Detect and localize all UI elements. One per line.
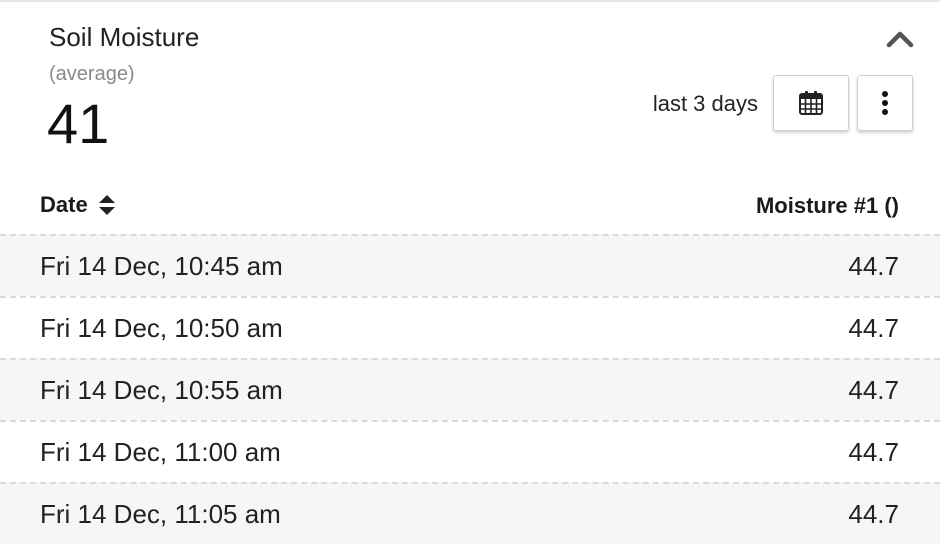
row-date: Fri 14 Dec, 11:05 am	[40, 499, 281, 529]
table-row: Fri 14 Dec, 10:45 am 44.7	[0, 234, 940, 296]
more-options-button[interactable]	[857, 75, 913, 131]
table-row: Fri 14 Dec, 10:50 am 44.7	[0, 296, 940, 358]
table-row: Fri 14 Dec, 11:00 am 44.7	[0, 420, 940, 482]
collapse-button[interactable]	[884, 26, 916, 52]
calendar-icon	[799, 91, 823, 115]
table-header: Date Moisture #1 ()	[0, 174, 940, 234]
calendar-button[interactable]	[773, 75, 849, 131]
more-vertical-icon	[882, 91, 888, 115]
soil-moisture-widget: Soil Moisture (average) 41 last 3 days D…	[0, 0, 940, 544]
row-value: 44.7	[848, 251, 899, 281]
row-date: Fri 14 Dec, 10:50 am	[40, 313, 283, 343]
date-range-label: last 3 days	[652, 91, 758, 116]
row-value: 44.7	[848, 499, 899, 529]
data-table-body: Fri 14 Dec, 10:45 am 44.7 Fri 14 Dec, 10…	[0, 234, 940, 544]
column-header-moisture[interactable]: Moisture #1 ()	[756, 193, 899, 219]
table-row: Fri 14 Dec, 11:05 am 44.7	[0, 482, 940, 544]
row-value: 44.7	[848, 375, 899, 405]
chevron-up-icon	[886, 31, 914, 48]
row-value: 44.7	[848, 313, 899, 343]
column-header-date-label: Date	[40, 192, 88, 217]
column-header-date[interactable]: Date	[40, 192, 116, 218]
row-date: Fri 14 Dec, 10:45 am	[40, 251, 283, 281]
widget-title: Soil Moisture	[49, 22, 200, 52]
table-row: Fri 14 Dec, 10:55 am 44.7	[0, 358, 940, 420]
average-value: 41	[47, 92, 110, 155]
row-date: Fri 14 Dec, 10:55 am	[40, 375, 283, 405]
row-date: Fri 14 Dec, 11:00 am	[40, 437, 281, 467]
sort-icon[interactable]	[98, 193, 116, 217]
widget-subtitle: (average)	[49, 63, 135, 85]
row-value: 44.7	[848, 437, 899, 467]
